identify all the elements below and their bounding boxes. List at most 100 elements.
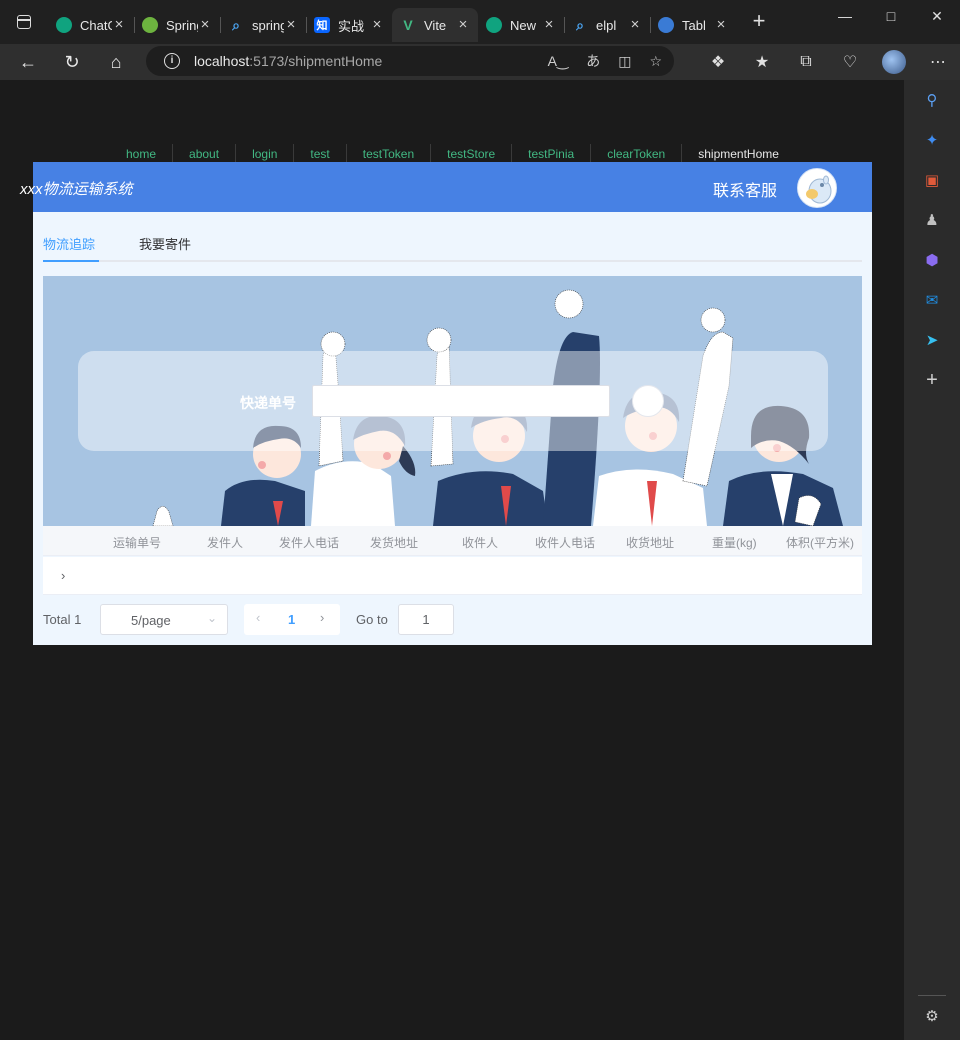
browser-tab[interactable]: Tabl ×: [650, 8, 736, 42]
nav-link-testpinia[interactable]: testPinia: [511, 144, 590, 164]
app-header: xxx物流运输系统 联系客服: [20, 162, 872, 212]
shipment-app: xxx物流运输系统 联系客服 物流追踪 我要寄件 快递单号 运输单号 发件人 发…: [20, 162, 872, 645]
column-header: 发件人: [207, 536, 244, 550]
nav-link-home[interactable]: home: [110, 144, 172, 164]
tab-actions-button[interactable]: [0, 0, 48, 44]
browser-tab[interactable]: ⌕ spring ×: [220, 8, 306, 42]
translate-icon[interactable]: あ: [586, 51, 600, 71]
nav-link-testtoken[interactable]: testToken: [345, 144, 430, 164]
chevron-down-icon: ⌄: [206, 611, 217, 625]
browser-tab[interactable]: New ×: [478, 8, 564, 42]
app-title: xxx物流运输系统: [20, 181, 133, 198]
close-tab-icon[interactable]: ×: [198, 17, 212, 32]
browser-tab-title: New: [510, 17, 537, 33]
nav-link-cleartoken[interactable]: clearToken: [590, 144, 681, 164]
more-menu-icon[interactable]: ⋯: [916, 52, 960, 72]
copilot-icon[interactable]: ⬢: [904, 240, 960, 280]
address-bar[interactable]: i localhost:5173/shipmentHome A‿ あ ◫ ☆: [146, 46, 674, 76]
close-tab-icon[interactable]: ×: [542, 17, 556, 32]
nav-link-about[interactable]: about: [172, 144, 235, 164]
search-icon[interactable]: ⚲: [904, 80, 960, 120]
contact-service-link[interactable]: 联系客服: [713, 177, 777, 201]
goto-label: Go to: [356, 612, 388, 627]
close-window-button[interactable]: ✕: [914, 0, 960, 32]
close-tab-icon[interactable]: ×: [456, 17, 470, 32]
split-screen-icon[interactable]: ◫: [618, 53, 631, 70]
search-icon: ⌕: [232, 16, 240, 33]
search-panel: 快递单号: [78, 351, 828, 451]
refresh-button[interactable]: ↻: [50, 44, 94, 80]
tab-send[interactable]: 我要寄件: [139, 234, 191, 253]
tools-icon[interactable]: ▣: [904, 160, 960, 200]
vue-icon: V: [403, 17, 413, 33]
telegram-icon[interactable]: ➤: [904, 320, 960, 360]
outlook-icon[interactable]: ✉: [904, 280, 960, 320]
hero-banner: 快递单号: [43, 276, 862, 526]
tracking-number-label: 快递单号: [240, 395, 296, 411]
column-header: 收件人电话: [535, 536, 596, 550]
minimize-button[interactable]: —: [822, 0, 868, 32]
browser-tab-title: Vite: [424, 17, 447, 33]
nav-link-login[interactable]: login: [235, 144, 293, 164]
browser-tab-bar: ChatGPT×Spring×⌕spring×知实战×VVite×New×⌕el…: [0, 0, 960, 44]
browser-tab-title: Tabl: [682, 17, 706, 33]
browser-tab[interactable]: ChatGPT×: [48, 8, 134, 42]
router-nav: home about login test testToken testStore test…: [110, 144, 795, 164]
close-tab-icon[interactable]: ×: [628, 17, 642, 32]
table-row: ›: [43, 557, 862, 595]
nav-link-teststore[interactable]: testStore: [430, 144, 511, 164]
profile-avatar[interactable]: [882, 50, 906, 74]
browser-tab[interactable]: V Vite ×: [392, 8, 478, 42]
browser-tab[interactable]: 知实战 ×: [306, 8, 392, 42]
tab-actions-icon: [17, 15, 31, 29]
page-viewport: home about login test testToken testStore test…: [0, 80, 904, 1040]
browser-tab[interactable]: ⌕ elpl ×: [564, 8, 650, 42]
maximize-button[interactable]: □: [868, 0, 914, 32]
tracking-number-input[interactable]: [312, 385, 610, 417]
read-aloud-icon[interactable]: A‿: [548, 53, 569, 70]
nav-link-test[interactable]: test: [293, 144, 345, 164]
page-size-select[interactable]: 5/page ⌄: [100, 604, 228, 635]
column-header: 重量(kg): [712, 536, 757, 550]
shopping-tag-icon[interactable]: ✦: [904, 120, 960, 160]
close-tab-icon[interactable]: ×: [112, 17, 126, 32]
favorite-star-icon[interactable]: ☆: [649, 53, 662, 70]
home-button[interactable]: ⌂: [94, 44, 138, 80]
close-tab-icon[interactable]: ×: [714, 17, 728, 32]
back-button[interactable]: ←: [6, 44, 50, 80]
column-header: 发件人电话: [279, 536, 340, 550]
chatgpt-icon: [56, 17, 72, 33]
window-controls: — □ ✕: [822, 0, 960, 44]
collections-icon[interactable]: ⧉: [784, 53, 828, 71]
browser-essentials-icon[interactable]: ♡: [828, 52, 872, 72]
favorites-icon[interactable]: ★: [740, 52, 784, 72]
games-icon[interactable]: ♟: [904, 200, 960, 240]
add-sidebar-app-icon[interactable]: +: [904, 360, 960, 400]
search-button[interactable]: [632, 385, 664, 417]
tab-active-indicator: [43, 260, 99, 262]
column-header: 发货地址: [370, 536, 419, 550]
nav-link-shipmenthome[interactable]: shipmentHome: [681, 144, 795, 164]
close-tab-icon[interactable]: ×: [370, 17, 384, 32]
page-number-current[interactable]: 1: [288, 612, 295, 627]
browser-tab-title: ChatGPT: [80, 17, 112, 33]
goto-page-input[interactable]: [398, 604, 454, 635]
extensions-icon[interactable]: ❖: [696, 52, 740, 72]
url-host: localhost: [194, 53, 250, 69]
address-toolbar: ← ↻ ⌂ i localhost:5173/shipmentHome A‿ あ…: [0, 44, 960, 80]
sidebar-settings-icon[interactable]: ⚙: [904, 996, 960, 1036]
tab-tracking[interactable]: 物流追踪: [43, 234, 95, 253]
new-tab-button[interactable]: +: [744, 7, 774, 37]
close-tab-icon[interactable]: ×: [284, 17, 298, 32]
table-icon: [658, 17, 674, 33]
next-page-button[interactable]: ›: [320, 610, 324, 625]
page-list: ‹ 1 ›: [244, 604, 340, 635]
browser-tab-title: elpl: [596, 17, 617, 33]
prev-page-button[interactable]: ‹: [256, 610, 260, 625]
column-header: 体积(平方米): [786, 536, 854, 550]
site-info-icon[interactable]: i: [164, 53, 180, 69]
user-avatar[interactable]: [797, 168, 837, 208]
browser-tab[interactable]: Spring×: [134, 8, 220, 42]
browser-tab-title: spring: [252, 17, 284, 33]
expand-row-icon[interactable]: ›: [61, 568, 65, 583]
